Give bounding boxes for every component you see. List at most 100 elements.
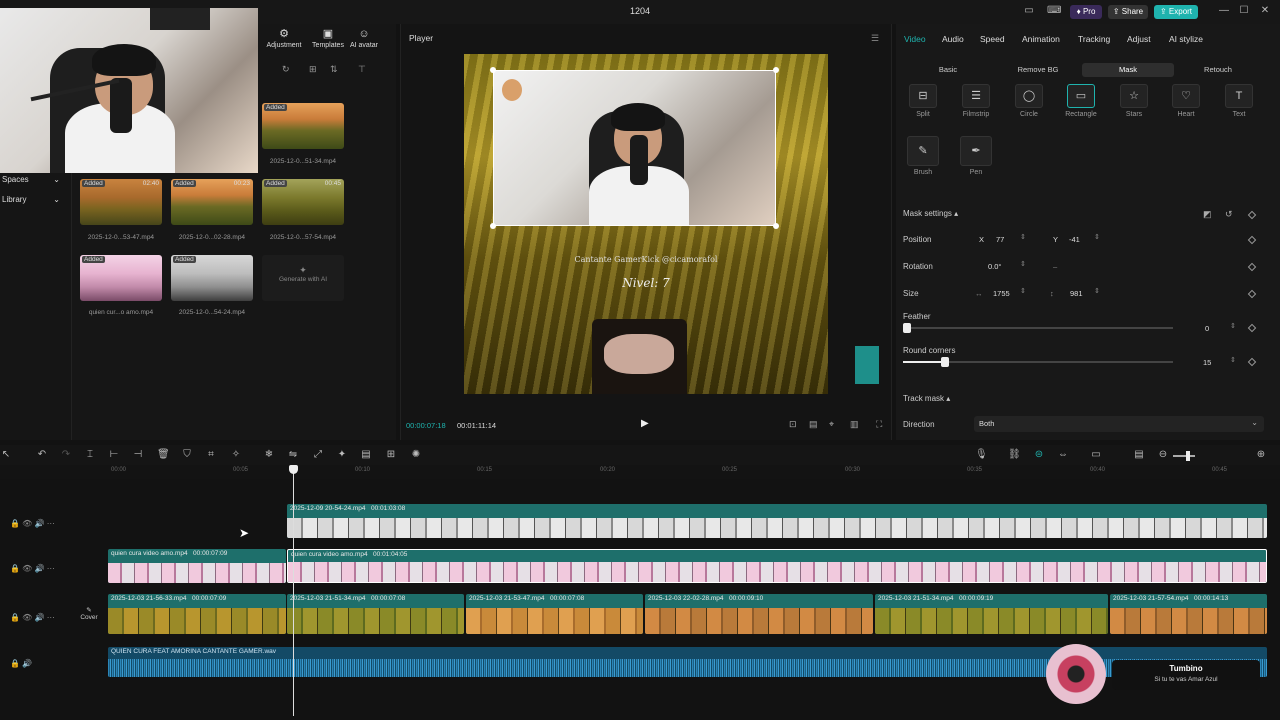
resize-handle[interactable] [773,223,779,229]
timeline-clip[interactable]: 2025-12-03 21-51-34.mp4 00:00:09:19 [875,594,1108,634]
video-canvas[interactable]: Cantante GamerKick @cicamorafol Nivel: 7 [464,54,828,394]
fullscreen-icon[interactable]: ⛶ [876,419,882,430]
mirror-icon[interactable]: ⇋ [287,449,299,461]
keyframe-icon[interactable] [1247,235,1257,245]
snap-icon[interactable]: ⇔ [1057,449,1069,461]
menu-icon[interactable]: ☰ [871,33,879,44]
sort-icon[interactable]: ⇅ [330,64,338,75]
stepper-icon[interactable]: ⇕ [1020,233,1026,241]
split-left-icon[interactable]: ⊢ [108,449,120,461]
zoom-slider-handle[interactable] [1186,451,1190,461]
round-corners-input[interactable]: 15 [1203,358,1211,367]
playhead[interactable] [293,466,294,716]
round-corners-slider-handle[interactable] [941,357,949,367]
direction-select[interactable]: Both ⌄ [974,416,1264,432]
tab-speed[interactable]: Speed [980,34,1005,44]
magnet-icon[interactable]: ⊜ [1033,449,1045,461]
shape-pen[interactable]: ✒ Pen [956,136,996,176]
size-width-input[interactable]: 1755 [993,289,1010,298]
invert-icon[interactable]: ◩ [1203,209,1212,220]
minimize-icon[interactable]: — [1217,5,1231,17]
keyframe-icon[interactable] [1247,262,1257,272]
select-tool-icon[interactable]: ↖ [0,449,12,461]
shape-split[interactable]: ⊟ Split [903,84,943,118]
timeline-clip[interactable]: quien cura video amo.mp4 00:00:07:09 [108,549,286,583]
split-clip-icon[interactable]: ⌶ [84,449,96,461]
delete-icon[interactable]: 🗑 [157,449,170,461]
maximize-icon[interactable]: ☐ [1237,5,1251,17]
zoom-out-icon[interactable]: ⊖ [1157,449,1169,461]
resize-handle[interactable] [490,223,496,229]
ai-edit-icon[interactable]: ✧ [230,449,242,461]
resize-handle[interactable] [490,67,496,73]
preview-icon[interactable]: ▭ [1090,449,1102,461]
cover-button[interactable]: ✎ Cover [79,606,99,628]
shape-circle[interactable]: ◯ Circle [1009,84,1049,118]
stepper-icon[interactable]: ⇕ [1020,287,1026,295]
shape-text[interactable]: T Text [1219,84,1259,118]
adjustment-tool[interactable]: ⚙ Adjustment [262,28,306,49]
tab-ai-stylize[interactable]: AI stylize [1169,34,1203,44]
media-thumb[interactable]: Added [171,255,253,301]
safe-area-icon[interactable]: ⊡ [789,419,797,430]
crop-icon[interactable]: ⌗ [205,449,217,461]
mask-settings-header[interactable]: Mask settings ▴ [903,209,958,218]
stepper-icon[interactable]: ⇕ [1230,356,1236,364]
shortcut-icon[interactable]: ⌨ [1047,5,1061,17]
tab-tracking[interactable]: Tracking [1078,34,1110,44]
keyframe-icon[interactable] [1247,289,1257,299]
captions-icon[interactable]: ▤ [360,449,372,461]
timeline-clip[interactable]: 2025-12-03 22-02-28.mp4 00:00:09:10 [645,594,873,634]
export-button[interactable]: ⇪ Export [1154,5,1198,19]
track-controls[interactable]: 🔒 👁 🔊 ⋯ [10,519,55,528]
nav-library[interactable]: Library ⌄ [0,193,70,207]
feather-slider-handle[interactable] [903,323,911,333]
nav-spaces[interactable]: Spaces ⌄ [0,173,70,187]
feather-input[interactable]: 0 [1205,324,1209,333]
media-thumb[interactable]: Added 00:23 [171,179,253,225]
mic-icon[interactable]: 🎙 [975,449,988,461]
link-icon[interactable]: ⛓ [1008,449,1021,461]
timeline-clip[interactable]: 2025-12-03 21-57-54.mp4 00:00:14:13 [1110,594,1267,634]
timeline-clip-selected[interactable]: quien cura video amo.mp4 00:01:04:05 [287,549,1267,583]
redo-icon[interactable]: ↷ [60,449,72,461]
undo-icon[interactable]: ↶ [36,449,48,461]
media-thumb[interactable]: Added 00:45 [262,179,344,225]
tab-audio[interactable]: Audio [942,34,964,44]
rotation-dial-icon[interactable]: – [1053,262,1057,271]
grid-view-icon[interactable]: ⊞ [309,64,317,75]
track-mask-header[interactable]: Track mask ▴ [903,394,950,403]
shape-heart[interactable]: ♡ Heart [1166,84,1206,118]
track-controls[interactable]: 🔒 👁 🔊 ⋯ [10,564,55,573]
media-thumb[interactable]: Added [262,103,344,149]
tab-animation[interactable]: Animation [1022,34,1060,44]
timeline-clip[interactable]: 2025-12-03 21-53-47.mp4 00:00:07:08 [466,594,643,634]
masked-webcam-overlay[interactable] [493,70,776,226]
shape-stars[interactable]: ☆ Stars [1114,84,1154,118]
rotation-input[interactable]: 0.0° [988,262,1001,271]
subtab-remove-bg[interactable]: Remove BG [1004,63,1072,77]
timeline-ruler[interactable]: 00:00 00:05 00:10 00:15 00:20 00:25 00:3… [0,465,1280,479]
zoom-fit-timeline-icon[interactable]: ⊕ [1255,449,1267,461]
reset-icon[interactable]: ↺ [1225,209,1233,220]
transform-icon[interactable]: ⊞ [385,449,397,461]
layout-icon[interactable]: ▭ [1022,5,1036,17]
shape-rectangle[interactable]: ▭ Rectangle [1061,84,1101,118]
generate-with-ai-button[interactable]: ✦ Generate with AI [262,255,344,301]
stepper-icon[interactable]: ⇕ [1094,233,1100,241]
pos-y-input[interactable]: -41 [1069,235,1080,244]
keyframe-icon[interactable] [1247,210,1257,220]
effects-icon[interactable]: ✺ [410,449,422,461]
zoom-fit-icon[interactable]: ⌖ [829,419,834,430]
size-height-input[interactable]: 981 [1070,289,1083,298]
tab-video[interactable]: Video [904,34,926,44]
keyframe-icon[interactable] [1247,357,1257,367]
freeze-icon[interactable]: ❄ [263,449,275,461]
stepper-icon[interactable]: ⇕ [1230,322,1236,330]
share-button[interactable]: ⇪ Share [1108,5,1148,19]
media-thumb[interactable]: Added [80,255,162,301]
ai-avatar-tool[interactable]: ☺ AI avatar [342,28,386,49]
feather-slider[interactable] [903,327,1173,329]
pro-badge[interactable]: ♦ Pro [1070,5,1102,19]
auto-reframe-icon[interactable]: ⤢ [312,449,324,461]
